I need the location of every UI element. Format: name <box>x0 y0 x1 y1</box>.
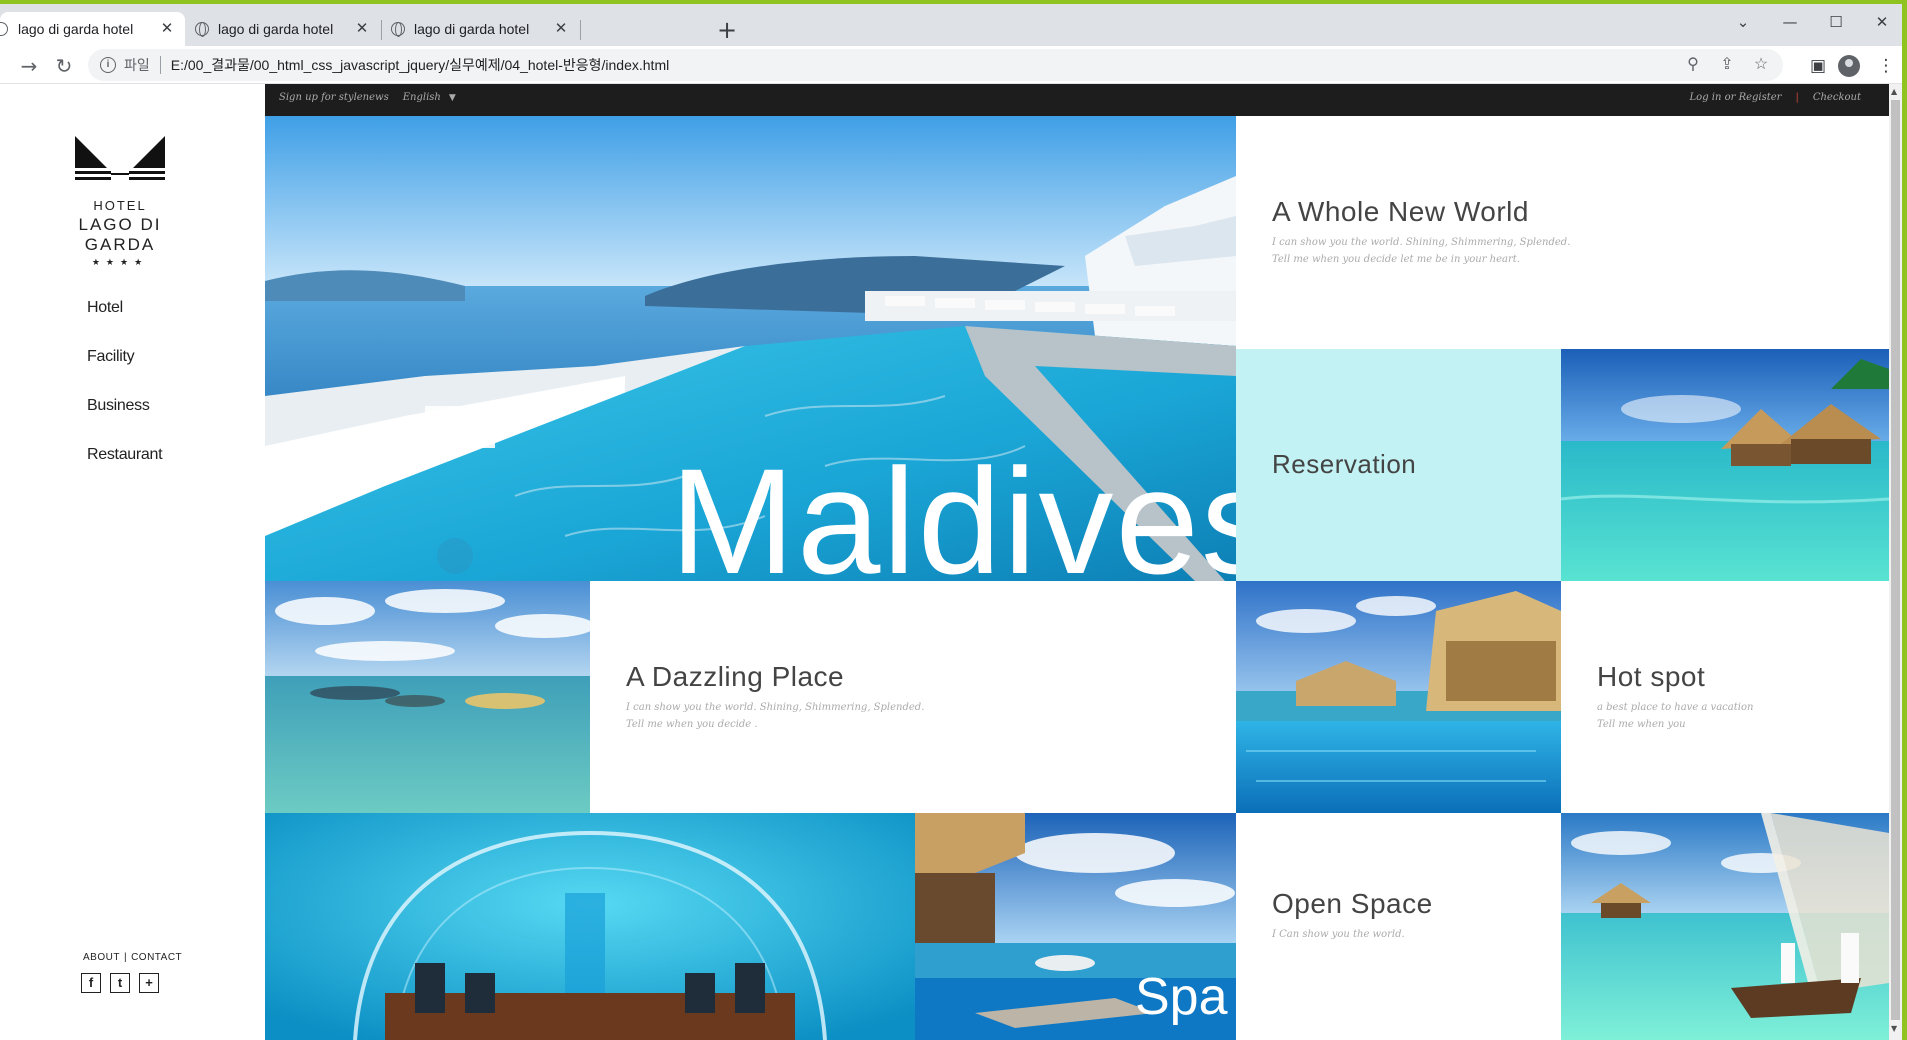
hot-spot-title: Hot spot <box>1597 661 1706 692</box>
tab-title: lago di garda hotel <box>414 21 530 37</box>
scroll-up-arrow-icon[interactable]: ▲ <box>1891 87 1897 96</box>
chevron-down-icon: ▼ <box>448 93 456 103</box>
underwater-photo <box>265 813 915 1040</box>
photo-swimmers[interactable] <box>265 581 590 813</box>
profile-avatar[interactable] <box>1838 55 1860 77</box>
more-menu-icon[interactable]: ⋮ <box>1874 54 1898 78</box>
tile-hot-spot[interactable]: Hot spot a best place to have a vacation… <box>1561 581 1889 813</box>
plus-icon[interactable]: + <box>139 973 159 993</box>
language-select[interactable]: English ▼ <box>403 92 456 103</box>
checkout-link[interactable]: Checkout <box>1813 92 1861 103</box>
reload-icon[interactable]: ↻ <box>51 53 77 79</box>
tab-strip: lago di garda hotel ✕ lago di garda hote… <box>0 4 1902 46</box>
tile-open-space[interactable]: Open Space I Can show you the world. <box>1236 813 1561 1040</box>
open-space-title: Open Space <box>1272 888 1433 919</box>
info-icon[interactable]: i <box>100 57 116 73</box>
tile-reservation[interactable]: Reservation <box>1236 349 1561 581</box>
logo-line-hotel: HOTEL <box>93 198 147 213</box>
maximize-button[interactable]: ☐ <box>1813 10 1859 34</box>
sidebar: HOTEL LAGO DI GARDA ★★★★ Hotel Facility … <box>0 84 265 1040</box>
login-link[interactable]: Log in or Register <box>1690 92 1782 103</box>
url-divider <box>159 56 161 74</box>
close-icon[interactable]: ✕ <box>551 19 571 39</box>
footer-links: ABOUT | CONTACT <box>81 952 184 963</box>
sailboat-photo <box>1561 813 1889 1040</box>
globe-icon <box>195 22 209 37</box>
menu-item-business[interactable]: Business <box>87 397 162 446</box>
chevron-down-icon[interactable]: ⌄ <box>1720 10 1766 34</box>
bungalow-photo <box>1561 349 1889 581</box>
back-arrow-icon[interactable]: → <box>16 53 42 79</box>
twitter-icon[interactable]: t <box>110 973 130 993</box>
facebook-icon[interactable]: f <box>81 973 101 993</box>
minimize-button[interactable]: — <box>1767 10 1813 34</box>
photo-resort-pool[interactable] <box>1236 581 1561 813</box>
photo-spa[interactable]: Spa <box>915 813 1236 1040</box>
tile-dazzling-place[interactable]: A Dazzling Place I can show you the worl… <box>590 581 1236 813</box>
signup-link[interactable]: Sign up for stylenews <box>279 92 389 103</box>
tab-divider <box>580 20 581 40</box>
reservation-title: Reservation <box>1272 449 1417 479</box>
whole-new-world-line2: Tell me when you decide let me be in you… <box>1272 254 1520 265</box>
about-link[interactable]: ABOUT <box>83 952 120 963</box>
tab-title: lago di garda hotel <box>18 21 134 37</box>
scrollbar-thumb[interactable] <box>1891 100 1900 1020</box>
footer-divider: | <box>123 952 128 963</box>
tab-title: lago di garda hotel <box>218 21 334 37</box>
logo-stars: ★★★★ <box>91 258 149 268</box>
dazzling-title: A Dazzling Place <box>626 661 845 692</box>
page-viewport: HOTEL LAGO DI GARDA ★★★★ Hotel Facility … <box>0 84 1902 1040</box>
globe-icon <box>0 22 8 36</box>
bookmark-star-icon[interactable]: ☆ <box>1751 55 1771 75</box>
hot-spot-line1: a best place to have a vacation <box>1597 702 1754 713</box>
menu-item-restaurant[interactable]: Restaurant <box>87 446 163 495</box>
logo-line-name: LAGO DI GARDA <box>78 215 162 254</box>
topbar-divider: | <box>1795 92 1799 103</box>
hotel-logo[interactable]: HOTEL LAGO DI GARDA ★★★★ <box>40 134 200 268</box>
main-content: Sign up for stylenews English ▼ Log in or… <box>265 84 1889 1040</box>
spa-word: Spa <box>1135 968 1228 1026</box>
open-space-line1: I Can show you the world. <box>1272 929 1405 940</box>
hero-image-maldives[interactable]: Maldives <box>265 116 1236 581</box>
dazzling-line1: I can show you the world. Shining, Shimm… <box>626 702 925 713</box>
menu-item-facility[interactable]: Facility <box>87 348 162 397</box>
contact-link[interactable]: CONTACT <box>131 952 182 963</box>
dazzling-line2: Tell me when you decide . <box>626 719 758 730</box>
hot-spot-line2: Tell me when you <box>1597 719 1686 730</box>
menu-item-hotel[interactable]: Hotel <box>87 299 162 348</box>
swimmers-photo <box>265 581 590 813</box>
top-utility-bar: Sign up for stylenews English ▼ Log in or… <box>265 84 1889 116</box>
tab-2[interactable]: lago di garda hotel ✕ <box>195 12 380 46</box>
social-links: f t + <box>81 973 159 993</box>
browser-toolbar: → ↻ i 파일 E:/00_결과물/00_html_css_javascrip… <box>0 46 1902 84</box>
url-scheme: 파일 <box>124 57 150 73</box>
url-text[interactable]: E:/00_결과물/00_html_css_javascript_jquery/… <box>171 55 669 75</box>
whole-new-world-line1: I can show you the world. Shining, Shimm… <box>1272 237 1571 248</box>
zoom-icon[interactable]: ⚲ <box>1683 55 1703 75</box>
page-scrollbar[interactable]: ▲ ▼ <box>1889 84 1902 1040</box>
tile-whole-new-world[interactable]: A Whole New World I can show you the wor… <box>1236 116 1889 349</box>
main-menu: Hotel Facility Business Restaurant <box>87 299 163 495</box>
language-label: English <box>402 92 441 103</box>
logo-mark-icon <box>75 136 165 180</box>
new-tab-button[interactable]: + <box>714 18 740 44</box>
hero-word-maldives: Maldives <box>670 437 1236 581</box>
close-icon[interactable]: ✕ <box>352 19 372 39</box>
close-window-button[interactable]: ✕ <box>1859 10 1905 34</box>
globe-icon <box>391 22 405 37</box>
tab-1[interactable]: lago di garda hotel ✕ <box>0 12 185 46</box>
tab-divider <box>381 20 382 40</box>
scroll-down-arrow-icon[interactable]: ▼ <box>1891 1024 1897 1033</box>
share-icon[interactable]: ⇪ <box>1717 55 1737 75</box>
photo-underwater-restaurant[interactable] <box>265 813 915 1040</box>
window-frame-right <box>1902 0 1907 1040</box>
resort-pool-photo <box>1236 581 1561 813</box>
photo-sailboat[interactable] <box>1561 813 1889 1040</box>
whole-new-world-title: A Whole New World <box>1272 196 1529 227</box>
close-icon[interactable]: ✕ <box>157 19 177 39</box>
address-bar[interactable]: i 파일 E:/00_결과물/00_html_css_javascript_jq… <box>88 49 1783 81</box>
photo-overwater-bungalows[interactable] <box>1561 349 1889 581</box>
side-panel-icon[interactable]: ▣ <box>1806 54 1830 78</box>
tab-3[interactable]: lago di garda hotel ✕ <box>391 12 579 46</box>
